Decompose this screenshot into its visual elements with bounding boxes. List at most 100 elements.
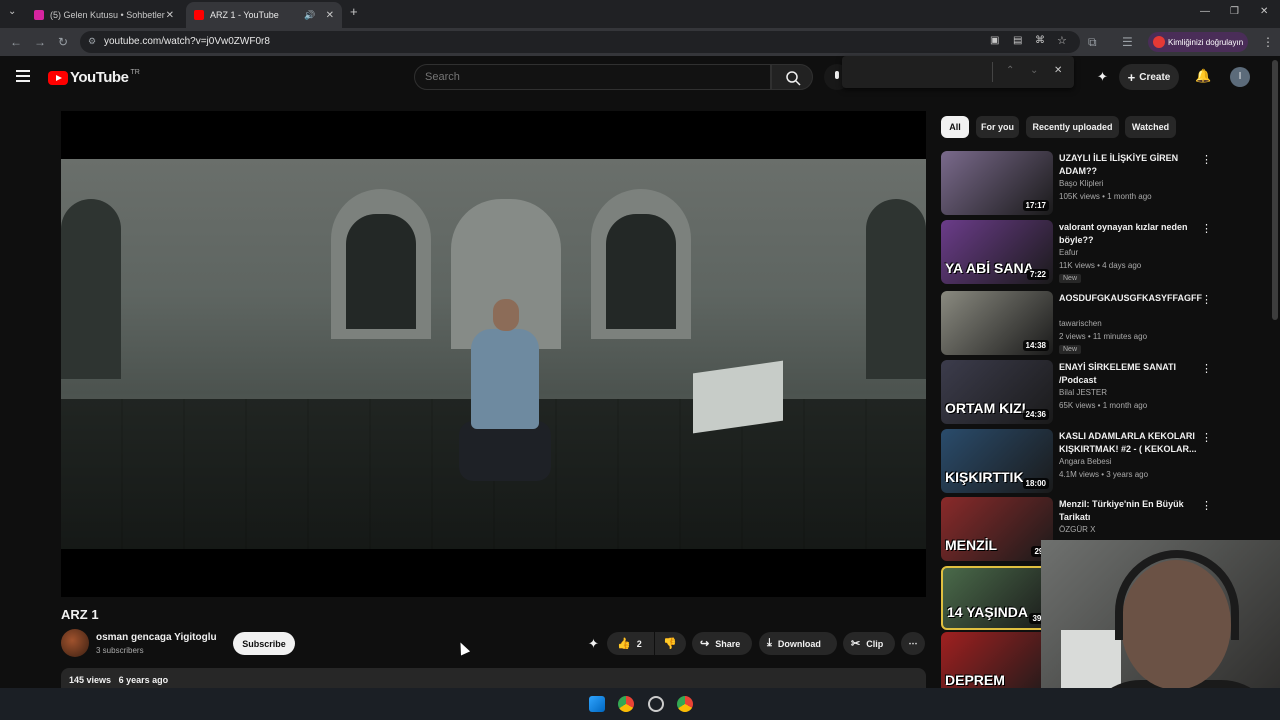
video-player[interactable]	[61, 111, 926, 597]
window-left	[346, 214, 416, 329]
recommendation-channel[interactable]: tawarischen	[1059, 319, 1102, 328]
share-button[interactable]: ↪ Share	[692, 632, 752, 655]
recommendation-channel[interactable]: Angara Bebesi	[1059, 457, 1111, 466]
new-tab-icon[interactable]: +	[350, 4, 358, 19]
find-previous-icon[interactable]: ⌃	[1006, 65, 1014, 76]
extension-icon[interactable]: ▤	[1013, 35, 1022, 46]
more-vertical-icon[interactable]: ⋮	[1201, 293, 1212, 306]
recommendation-card[interactable]: ORTAM KIZI 24:36 ENAYİ SİRKELEME SANATI /P…	[941, 360, 1221, 424]
recommendation-channel[interactable]: Eafur	[1059, 248, 1078, 257]
browser-tab-youtube[interactable]: ARZ 1 - YouTube 🔊 ✕	[186, 2, 342, 28]
bookmark-star-icon[interactable]: ☆	[1057, 34, 1067, 47]
youtube-header: YouTube TR ✦ + Create 🔔 I	[0, 56, 1270, 98]
url-text[interactable]: youtube.com/watch?v=j0Vw0ZWF0r8	[104, 36, 270, 47]
radiator	[693, 360, 783, 434]
duration-badge: 14:38	[1022, 340, 1049, 351]
audio-icon[interactable]: 🔊	[304, 10, 315, 21]
video-thumbnail[interactable]: 14 YAŞINDA 39:	[941, 566, 1053, 630]
recommendation-title[interactable]: Menzil: Türkiye'nin En Büyük Tarikatı	[1059, 498, 1199, 524]
recommendation-title[interactable]: UZAYLI İLE İLİŞKİYE GİREN ADAM??	[1059, 152, 1199, 178]
browser-menu-icon[interactable]: ⋮	[1262, 35, 1274, 49]
subscribe-button[interactable]: Subscribe	[233, 632, 295, 655]
hamburger-menu-icon[interactable]	[16, 70, 30, 85]
recommendation-title[interactable]: ENAYİ SİRKELEME SANATI /Podcast	[1059, 361, 1199, 387]
more-vertical-icon[interactable]: ⋮	[1201, 153, 1212, 166]
tab-title: ARZ 1 - YouTube	[210, 10, 279, 20]
recommendation-channel[interactable]: Bilal JESTER	[1059, 388, 1107, 397]
chip-watched[interactable]: Watched	[1125, 116, 1176, 138]
video-thumbnail[interactable]: MENZİL29:	[941, 497, 1053, 561]
notifications-bell-icon[interactable]: 🔔	[1195, 68, 1211, 84]
clip-button[interactable]: ✂ Clip	[843, 632, 895, 655]
cast-icon[interactable]: ▣	[990, 35, 999, 46]
close-tab-icon[interactable]: ✕	[326, 10, 334, 21]
video-thumbnail[interactable]: DEPREM	[941, 632, 1053, 696]
extensions-icon[interactable]: ⧉	[1088, 35, 1097, 50]
recommendation-channel[interactable]: ÖZGÜR X	[1059, 525, 1095, 534]
video-thumbnail[interactable]: 17:17	[941, 151, 1053, 215]
chip-all[interactable]: All	[941, 116, 969, 138]
chrome-profile-icon[interactable]	[677, 696, 693, 712]
recommendation-title[interactable]: valorant oynayan kızlar neden böyle??	[1059, 221, 1199, 247]
channel-avatar[interactable]	[61, 629, 89, 657]
recommendation-card[interactable]: KIŞKIRTTIK 18:00 KASLI ADAMLARLA KEKOLARI …	[941, 429, 1221, 493]
more-actions-button[interactable]: ⋯	[901, 632, 925, 655]
video-frame	[61, 159, 926, 549]
window-right	[606, 214, 676, 329]
find-next-icon[interactable]: ⌄	[1030, 65, 1038, 76]
youtube-logo[interactable]: YouTube TR	[48, 69, 140, 86]
close-window-icon[interactable]: ✕	[1260, 6, 1268, 17]
country-code: TR	[130, 69, 140, 76]
reload-icon[interactable]: ↻	[58, 35, 68, 49]
search-input[interactable]	[425, 71, 745, 83]
browser-tab-instagram[interactable]: (5) Gelen Kutusu • Sohbetler ✕	[26, 2, 182, 28]
find-input[interactable]	[850, 64, 986, 79]
recommendation-channel[interactable]: Başo Klipleri	[1059, 179, 1103, 188]
search-box[interactable]	[414, 64, 771, 90]
windows-start-icon[interactable]	[589, 696, 605, 712]
back-icon[interactable]: ←	[10, 35, 22, 49]
video-thumbnail[interactable]: KIŞKIRTTIK 18:00	[941, 429, 1053, 493]
thumbnail-text: YA ABİ SANA	[945, 260, 1034, 276]
create-button[interactable]: + Create	[1119, 64, 1179, 90]
close-tab-icon[interactable]: ✕	[166, 10, 174, 21]
video-thumbnail[interactable]: ORTAM KIZI 24:36	[941, 360, 1053, 424]
download-icon: ⤓	[767, 637, 772, 649]
translate-icon[interactable]: ⌘	[1035, 35, 1045, 46]
like-button[interactable]: 👍 2	[607, 632, 654, 655]
dislike-button[interactable]: 👎	[655, 632, 686, 655]
maximize-icon[interactable]: ❐	[1230, 6, 1239, 17]
recommendation-title[interactable]: KASLI ADAMLARLA KEKOLARI KIŞKIRTMAK! #2 …	[1059, 430, 1199, 456]
chrome-icon[interactable]	[618, 696, 634, 712]
page-scrollbar[interactable]	[1272, 60, 1278, 320]
tab-title: (5) Gelen Kutusu • Sohbetler	[50, 10, 165, 20]
ai-sparkle-icon[interactable]: ✦	[1097, 69, 1108, 85]
channel-name[interactable]: osman gencaga Yigitoglu	[96, 632, 217, 643]
more-vertical-icon[interactable]: ⋮	[1201, 222, 1212, 235]
minimize-icon[interactable]: —	[1200, 6, 1210, 17]
chip-for-you[interactable]: For you	[976, 116, 1019, 138]
account-avatar[interactable]: I	[1230, 67, 1250, 87]
recommendation-card[interactable]: YA ABİ SANA 7:22 valorant oynayan kızlar n…	[941, 220, 1221, 284]
search-button[interactable]	[771, 64, 813, 90]
download-button[interactable]: ⤓ Download	[759, 632, 837, 655]
recommendation-card[interactable]: 14:38 AOSDUFGKAUSGFKASYFFAGFF tawarischen 2…	[941, 291, 1221, 355]
more-vertical-icon[interactable]: ⋮	[1201, 431, 1212, 444]
reading-list-icon[interactable]: ☰	[1122, 35, 1133, 49]
recommendation-card[interactable]: 17:17 UZAYLI İLE İLİŞKİYE GİREN ADAM?? Baş…	[941, 151, 1221, 215]
recommendation-title[interactable]: AOSDUFGKAUSGFKASYFFAGFF	[1059, 292, 1202, 305]
tab-search-icon[interactable]: ⌄	[8, 6, 16, 17]
webcam-headset	[1115, 550, 1239, 640]
omnibox[interactable]: ⚙ youtube.com/watch?v=j0Vw0ZWF0r8 ▣ ▤ ⌘ …	[80, 31, 1080, 53]
forward-icon[interactable]: →	[34, 35, 46, 49]
site-info-icon[interactable]: ⚙	[88, 36, 96, 47]
find-close-icon[interactable]: ✕	[1054, 65, 1062, 76]
video-thumbnail[interactable]: 14:38	[941, 291, 1053, 355]
steam-icon[interactable]	[648, 696, 664, 712]
more-vertical-icon[interactable]: ⋮	[1201, 362, 1212, 375]
video-thumbnail[interactable]: YA ABİ SANA 7:22	[941, 220, 1053, 284]
more-vertical-icon[interactable]: ⋮	[1201, 499, 1212, 512]
chip-recently-uploaded[interactable]: Recently uploaded	[1026, 116, 1119, 138]
ask-ai-icon[interactable]: ✦	[588, 636, 599, 652]
profile-button[interactable]: Kimliğinizi doğrulayın	[1148, 32, 1248, 52]
